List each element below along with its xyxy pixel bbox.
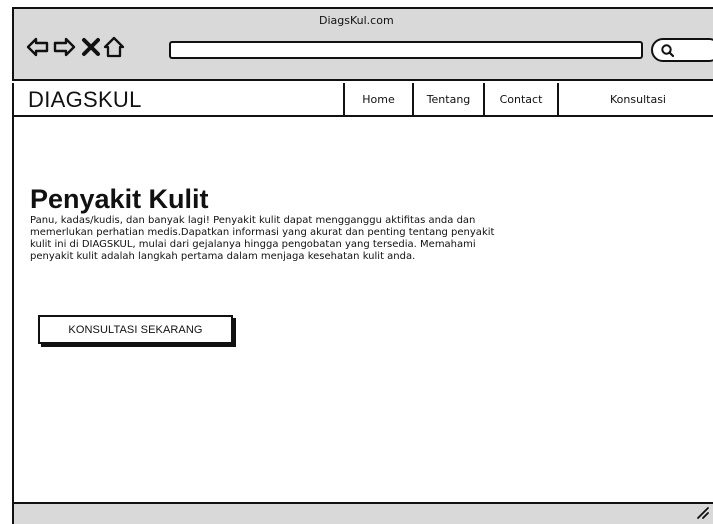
window-title: DiagsKul.com [319,14,394,27]
resize-grip-icon[interactable] [696,505,710,519]
main-navigation: Home Tentang Contact Konsultasi [343,83,713,115]
search-box[interactable] [651,38,713,62]
nav-contact[interactable]: Contact [483,83,557,115]
resize-grip-svg [697,507,709,519]
back-arrow-svg [26,37,49,57]
nav-home[interactable]: Home [343,83,412,115]
home-svg [103,36,125,58]
site-logo[interactable]: DIAGSKUL [28,89,142,111]
forward-arrow-svg [53,37,76,57]
consult-now-button[interactable]: KONSULTASI SEKARANG [38,315,233,344]
search-icon[interactable] [660,43,676,59]
close-svg [82,38,100,56]
home-icon[interactable] [102,35,126,59]
nav-konsultasi[interactable]: Konsultasi [557,83,713,115]
forward-arrow-icon[interactable] [52,35,76,59]
hero-description: Panu, kadas/kudis, dan banyak lagi! Peny… [30,215,495,262]
search-svg [661,44,675,58]
nav-tentang[interactable]: Tentang [412,83,483,115]
page-title: Penyakit Kulit [30,184,209,215]
address-bar[interactable] [169,41,643,59]
back-arrow-icon[interactable] [26,35,50,59]
browser-navigation [26,35,172,63]
close-icon[interactable] [79,35,103,59]
browser-chrome: DiagsKul.com [12,7,713,81]
page: DiagsKul.com DIAGSKUL Home Tentang Conta… [0,0,713,524]
browser-status-bar [12,502,713,524]
site-header: DIAGSKUL Home Tentang Contact Konsultasi [12,83,713,117]
viewport-frame [12,83,713,524]
